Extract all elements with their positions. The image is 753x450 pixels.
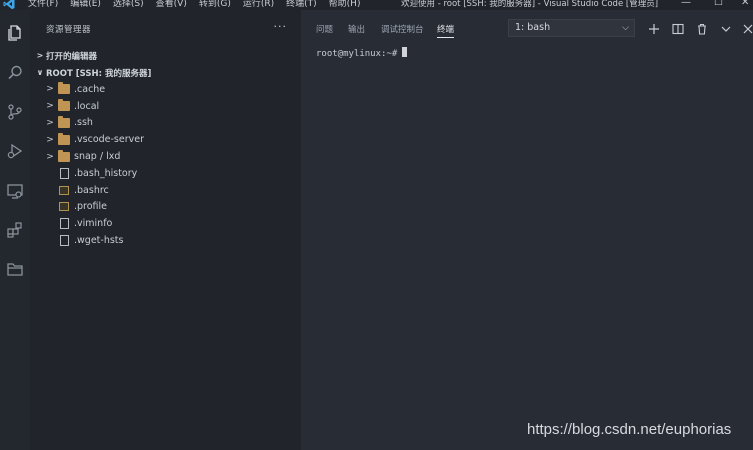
tree-item-label: snap / lxd	[74, 151, 121, 163]
trash-icon[interactable]	[695, 22, 708, 35]
menu-terminal[interactable]: 终端(T)	[286, 0, 317, 9]
tree-item-vscode-server[interactable]: > .vscode-server	[30, 131, 301, 148]
tree-item-label: .viminfo	[74, 218, 113, 230]
root-folder-section[interactable]: ∨ ROOT [SSH: 我的服务器]	[30, 64, 301, 81]
folder-icon	[58, 149, 70, 162]
file-icon	[60, 167, 69, 179]
chevron-down-icon[interactable]	[719, 22, 732, 35]
close-panel-icon[interactable]	[741, 22, 753, 35]
menu-go[interactable]: 转到(G)	[199, 0, 231, 9]
watermark: https://blog.csdn.net/euphorias	[527, 421, 732, 438]
tree-item-bashrc[interactable]: .bashrc	[30, 182, 301, 199]
run-debug-icon[interactable]	[4, 140, 26, 162]
tree-item-label: .local	[74, 100, 100, 112]
tree-item-local[interactable]: > .local	[30, 98, 301, 115]
file-icon	[60, 218, 69, 230]
tab-problems[interactable]: 问题	[316, 23, 333, 35]
chevron-right-icon: >	[46, 134, 54, 145]
vscode-logo-icon	[3, 0, 15, 10]
explorer-header: 资源管理器 ···	[30, 10, 301, 47]
menu-bar: 文件(F) 编辑(E) 选择(S) 查看(V) 转到(G) 运行(R) 终端(T…	[28, 0, 360, 9]
terminal-output[interactable]: root@mylinux:~#	[316, 47, 408, 59]
title-bar: 文件(F) 编辑(E) 选择(S) 查看(V) 转到(G) 运行(R) 终端(T…	[0, 0, 753, 10]
folder-icon	[58, 99, 70, 112]
tree-item-label: .vscode-server	[74, 134, 145, 146]
new-terminal-icon[interactable]	[647, 22, 660, 35]
chevron-down-icon: ⌵	[622, 23, 629, 33]
tree-item-label: .profile	[74, 201, 108, 213]
tree-item-cache[interactable]: > .cache	[30, 81, 301, 98]
chevron-down-icon: ∨	[36, 68, 44, 77]
maximize-icon[interactable]: ☐	[714, 0, 723, 8]
chevron-right-icon: >	[46, 101, 54, 112]
folder-icon[interactable]	[4, 258, 26, 280]
file-icon	[60, 235, 69, 247]
explorer-title: 资源管理器	[46, 24, 92, 35]
menu-selection[interactable]: 选择(S)	[113, 0, 144, 9]
explorer-icon[interactable]	[4, 22, 26, 44]
tree-item-label: .wget-hsts	[74, 235, 124, 247]
tab-output[interactable]: 输出	[348, 23, 365, 35]
minimize-icon[interactable]: —	[681, 0, 691, 8]
remote-explorer-icon[interactable]	[4, 180, 26, 202]
extensions-icon[interactable]	[4, 219, 26, 241]
tree-item-bash-history[interactable]: .bash_history	[30, 165, 301, 182]
source-control-icon[interactable]	[4, 101, 26, 123]
tree-item-label: .ssh	[74, 117, 93, 129]
menu-help[interactable]: 帮助(H)	[329, 0, 361, 9]
split-terminal-icon[interactable]	[671, 22, 684, 35]
tab-debug-console[interactable]: 调试控制台	[381, 23, 424, 35]
tree-item-snap[interactable]: > snap / lxd	[30, 148, 301, 165]
folder-icon	[58, 132, 70, 145]
tree-item-label: .bash_history	[74, 167, 138, 179]
chevron-right-icon: >	[36, 51, 44, 60]
root-folder-label: ROOT [SSH: 我的服务器]	[46, 68, 152, 79]
close-icon[interactable]: ✕	[741, 0, 749, 8]
chevron-right-icon: >	[46, 84, 54, 95]
tree-item-profile[interactable]: .profile	[30, 199, 301, 216]
tree-item-viminfo[interactable]: .viminfo	[30, 215, 301, 232]
panel-tab-bar: 问题 输出 调试控制台 终端 1: bash ⌵	[301, 10, 753, 46]
menu-edit[interactable]: 编辑(E)	[70, 0, 101, 9]
shell-file-icon	[59, 202, 69, 212]
menu-file[interactable]: 文件(F)	[28, 0, 58, 9]
tree-item-label: .cache	[74, 83, 106, 95]
menu-run[interactable]: 运行(R)	[243, 0, 274, 9]
terminal-panel: 问题 输出 调试控制台 终端 1: bash ⌵ root@mylinux:~#	[301, 10, 753, 450]
menu-view[interactable]: 查看(V)	[156, 0, 187, 9]
folder-icon	[58, 115, 70, 128]
terminal-select-value: 1: bash	[515, 22, 551, 33]
open-editors-section[interactable]: > 打开的编辑器	[30, 47, 301, 64]
tree-item-label: .bashrc	[74, 184, 109, 196]
explorer-sidebar: 资源管理器 ··· > 打开的编辑器 ∨ ROOT [SSH: 我的服务器] >…	[30, 10, 301, 450]
activity-bar	[0, 10, 30, 450]
more-actions-icon[interactable]: ···	[274, 20, 288, 33]
search-icon[interactable]	[4, 62, 26, 84]
shell-file-icon	[59, 185, 69, 195]
terminal-select[interactable]: 1: bash ⌵	[508, 19, 635, 37]
terminal-prompt: root@mylinux:~#	[316, 49, 398, 59]
terminal-cursor	[402, 47, 408, 57]
chevron-right-icon: >	[46, 117, 54, 128]
chevron-right-icon: >	[46, 151, 54, 162]
window-title: 欢迎使用 - root [SSH: 我的服务器] - Visual Studio…	[401, 0, 659, 9]
file-tree: > .cache > .local > .ssh > .vscode-serve…	[30, 81, 301, 249]
tree-item-wget-hsts[interactable]: .wget-hsts	[30, 232, 301, 249]
tab-terminal[interactable]: 终端	[437, 23, 455, 38]
folder-icon	[58, 82, 70, 95]
tree-item-ssh[interactable]: > .ssh	[30, 115, 301, 132]
open-editors-label: 打开的编辑器	[46, 51, 98, 62]
